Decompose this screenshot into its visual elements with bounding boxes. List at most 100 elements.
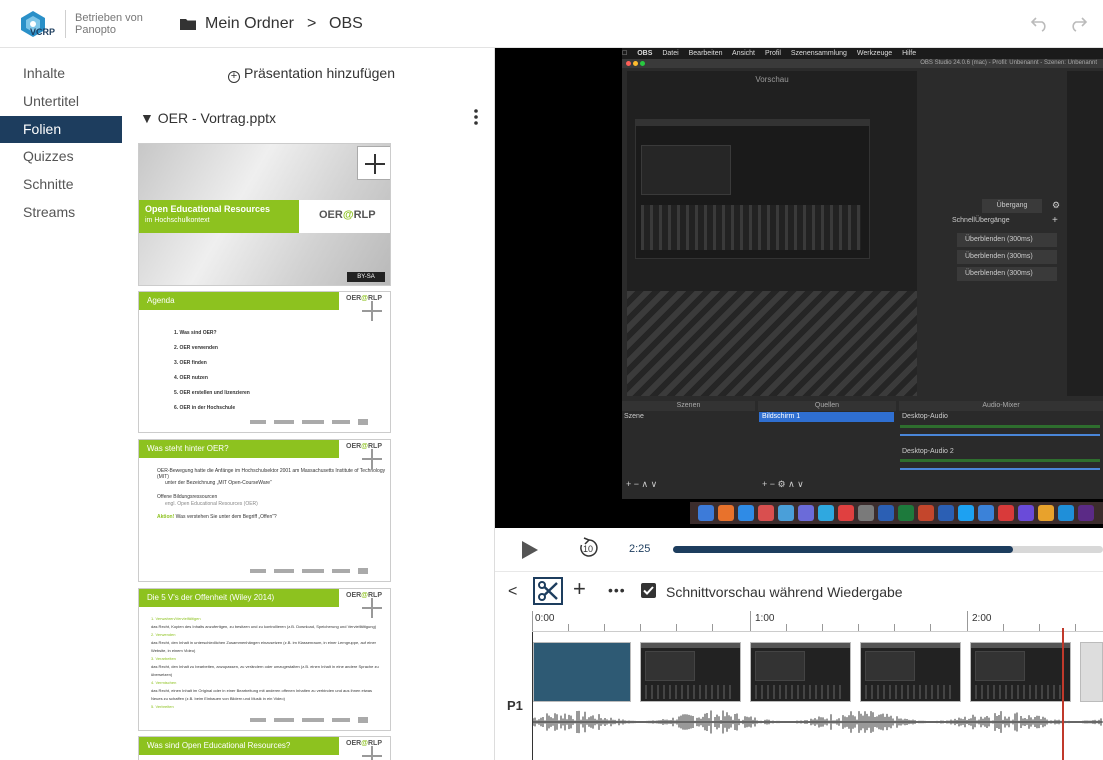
slide3-text: OER-Bewegung hatte die Anfänge im Hochsc…: [157, 468, 386, 480]
obs-docks: Szenen Quellen Audio-Mixer Szene Bildsch…: [622, 401, 1103, 499]
timeline-clip[interactable]: [860, 642, 961, 702]
sidebar-item-inhalte[interactable]: Inhalte: [0, 60, 122, 87]
add-slide-button[interactable]: [357, 146, 390, 180]
scenes-dock-header: Szenen: [622, 401, 755, 411]
fade-transition-item: Überblenden (300ms): [957, 233, 1057, 247]
mac-dock: [690, 502, 1103, 524]
plus-icon[interactable]: [361, 448, 383, 470]
video-preview[interactable]:  OBS Datei Bearbeiten Ansicht Profil Sz…: [495, 48, 1103, 528]
slide4-text: das Recht, den Inhalt in unterschiedlich…: [151, 640, 377, 645]
agenda-item: 4. OER nutzen: [174, 375, 208, 381]
ruler-label: 0:00: [535, 613, 555, 624]
fade-transition-item: Überblenden (300ms): [957, 267, 1057, 281]
play-icon[interactable]: [522, 541, 538, 559]
track-label-p1: P1: [507, 698, 523, 713]
plus-icon: +: [1052, 215, 1058, 226]
mixer-track-label: Desktop-Audio 2: [902, 448, 954, 455]
obs-transition-panel: Übergang ⚙ SchnellÜbergänge + Überblende…: [952, 199, 1062, 289]
breadcrumb-current: OBS: [329, 15, 363, 32]
timeline-clip[interactable]: [970, 642, 1071, 702]
plus-icon[interactable]: [361, 300, 383, 322]
sidebar-nav: Inhalte Untertitel Folien Quizzes Schnit…: [0, 48, 128, 760]
mac-menubar:  OBS Datei Bearbeiten Ansicht Profil Sz…: [622, 48, 1103, 59]
current-time: 2:25: [629, 543, 651, 555]
sidebar-item-schnitte[interactable]: Schnitte: [0, 171, 122, 198]
slide3-text: unter der Bezeichnung „MIT Open-CourseWa…: [165, 480, 272, 486]
folder-icon: [180, 19, 196, 30]
slide4-text: das Recht, den Inhalt zu bearbeiten, anz…: [151, 664, 379, 669]
plus-icon[interactable]: [361, 745, 383, 760]
scene-controls: + − ∧ ∨: [626, 479, 658, 489]
edit-timeline[interactable]: 0:00 1:00 2:00 P1: [495, 610, 1103, 760]
apple-icon: : [622, 50, 627, 57]
sidebar-item-untertitel[interactable]: Untertitel: [0, 88, 122, 115]
fade-transition-item: Überblenden (300ms): [957, 250, 1057, 264]
audio-waveform: [533, 710, 1103, 734]
mixer-dock-header: Audio-Mixer: [899, 401, 1103, 411]
plus-icon: [365, 154, 385, 174]
timeline-clip[interactable]: [533, 642, 631, 702]
panopto-editor: VCRP Betrieben von Panopto Mein Ordner >…: [0, 0, 1103, 760]
source-item: Bildschirm 1: [759, 412, 894, 422]
sidebar-item-folien[interactable]: Folien: [0, 116, 122, 143]
scene-item: Szene: [624, 413, 644, 420]
slide4-title: Die 5 V's der Offenheit (Wiley 2014): [139, 589, 339, 607]
more-vertical-icon[interactable]: [473, 108, 479, 126]
obs-program-pane: [1067, 71, 1103, 396]
redo-icon[interactable]: [1068, 16, 1090, 32]
collapse-triangle-icon: ▼: [140, 110, 154, 126]
slide3-text: Offene Bildungsressourcen: [157, 494, 218, 500]
slide4-text: 4. Vermischen: [151, 680, 177, 685]
add-presentation-button[interactable]: + Präsentation hinzufügen: [228, 65, 395, 83]
timeline-ruler: 0:00 1:00 2:00: [532, 610, 1103, 632]
oer-rlp-logo: OER@RLP: [319, 209, 376, 221]
progress-bar[interactable]: [673, 546, 1103, 553]
ruler-label: 1:00: [755, 613, 775, 624]
slide-thumbnail-2[interactable]: Agenda OER@RLP 1. Was sind OER? 2. OER v…: [138, 291, 391, 433]
sidebar-item-quizzes[interactable]: Quizzes: [0, 143, 122, 170]
slide-thumbnail-3[interactable]: Was steht hinter OER? OER@RLP OER-Bewegu…: [138, 439, 391, 582]
source-controls: + − ⚙ ∧ ∨: [762, 479, 804, 489]
nested-obs-capture: [635, 119, 870, 259]
sidebar-item-streams[interactable]: Streams: [0, 199, 122, 226]
logo-divider: [65, 10, 66, 38]
agenda-item: 1. Was sind OER?: [174, 330, 217, 336]
slide4-text: übersetzen): [151, 672, 173, 677]
add-circle-icon: +: [228, 71, 240, 83]
agenda-item: 5. OER erstellen und lizenzieren: [174, 390, 250, 396]
playhead[interactable]: [1062, 628, 1064, 760]
progress-fill: [673, 546, 1013, 553]
plus-icon[interactable]: [361, 597, 383, 619]
close-dot-icon: [626, 61, 631, 66]
add-tool-icon[interactable]: +: [573, 578, 586, 600]
slide1-subtitle: im Hochschulkontext: [145, 217, 210, 224]
breadcrumb-separator: >: [307, 15, 317, 32]
partner-logos: [250, 568, 368, 574]
cut-tool-button[interactable]: [533, 577, 563, 605]
slides-panel: + Präsentation hinzufügen ▼ OER - Vortrag…: [128, 48, 495, 760]
undo-icon[interactable]: [1028, 16, 1050, 32]
timeline-clip[interactable]: [1080, 642, 1103, 702]
minimize-dot-icon: [633, 61, 638, 66]
slide-thumbnail-5[interactable]: Was sind Open Educational Resources? OER…: [138, 736, 391, 760]
slide-thumbnail-4[interactable]: Die 5 V's der Offenheit (Wiley 2014) OER…: [138, 588, 391, 731]
obs-preview-stripes: [627, 291, 917, 396]
quick-transitions-label: SchnellÜbergänge: [952, 217, 1010, 224]
slide4-text: 3. Verarbeiten: [151, 656, 176, 661]
more-horizontal-icon[interactable]: •••: [608, 582, 626, 598]
mixer-track-label: Desktop-Audio: [902, 413, 948, 420]
timeline-clip[interactable]: [750, 642, 851, 702]
deck-title[interactable]: ▼ OER - Vortrag.pptx: [140, 110, 276, 126]
slide4-text: das Recht, einen Inhalt im Original oder…: [151, 688, 372, 693]
slide3-title: Was steht hinter OER?: [139, 440, 339, 458]
slide4-text: Website, in einem Video): [151, 648, 196, 653]
agenda-item: 2. OER verwenden: [174, 345, 218, 351]
rewind-seconds-label: 10: [583, 544, 594, 554]
collapse-chevron-left-icon[interactable]: <: [508, 583, 517, 601]
timeline-clip[interactable]: [640, 642, 741, 702]
breadcrumb-folder-link[interactable]: Mein Ordner: [205, 15, 294, 33]
slide3-text: engl. Open Educational Resources (OER): [165, 501, 258, 507]
slide-thumbnail-1[interactable]: Open Educational Resources im Hochschulk…: [138, 143, 391, 286]
edit-preview-checkbox[interactable]: [641, 583, 656, 598]
obs-preview-pane: Vorschau: [627, 71, 917, 396]
